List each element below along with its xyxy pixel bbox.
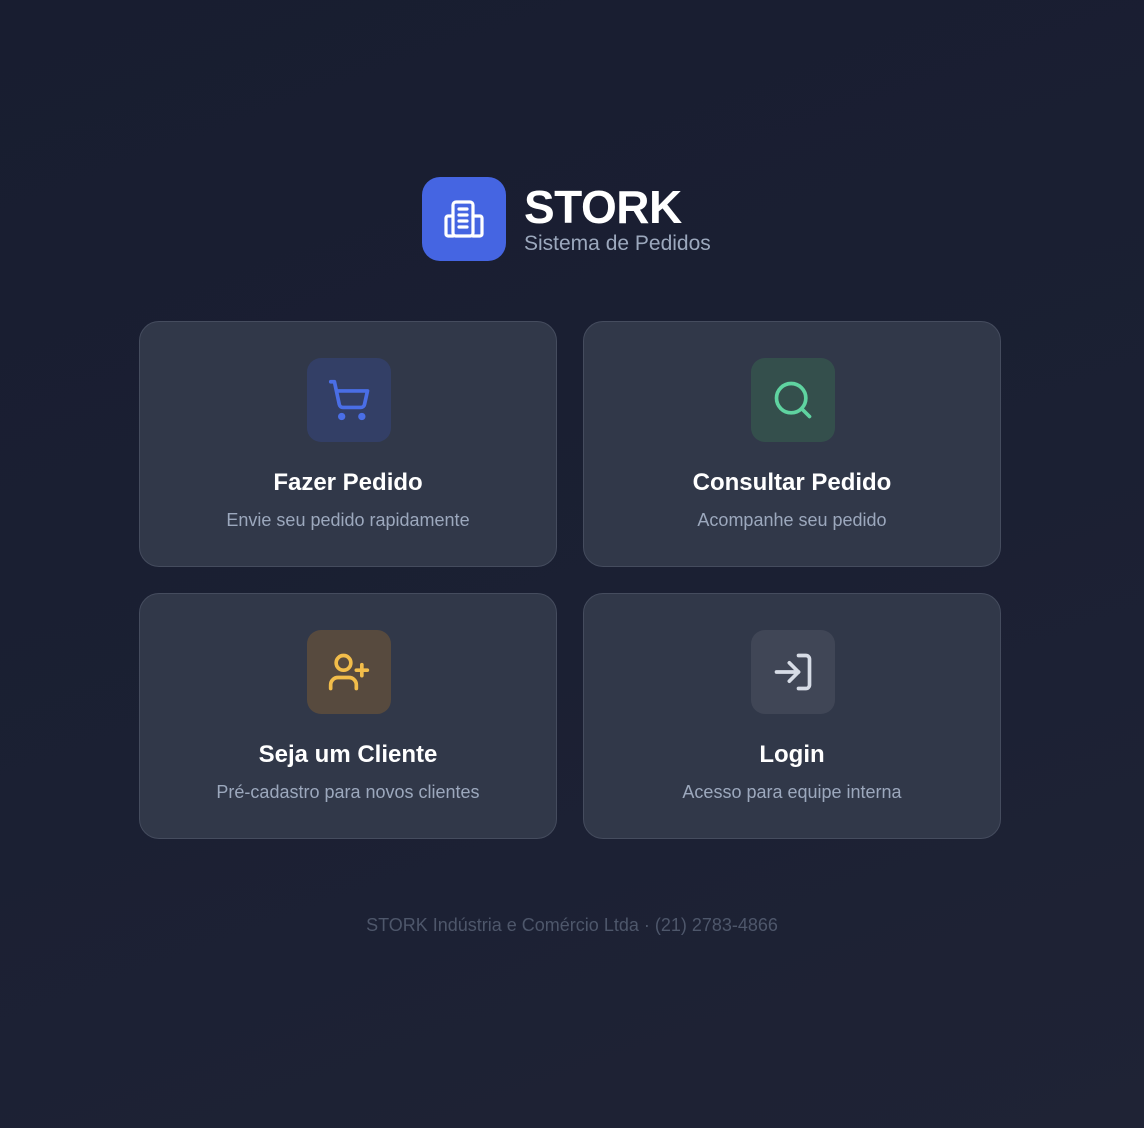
app-header: STORK Sistema de Pedidos — [422, 177, 711, 261]
card-icon-box — [751, 630, 835, 714]
brand-title: STORK — [524, 181, 682, 233]
brand-subtitle: Sistema de Pedidos — [524, 232, 711, 255]
shopping-cart-icon — [327, 378, 371, 422]
search-icon — [771, 378, 815, 422]
card-seja-um-cliente[interactable]: Seja um Cliente Pré-cadastro para novos … — [139, 593, 557, 839]
card-description: Pré-cadastro para novos clientes — [216, 782, 480, 802]
card-icon-box — [307, 630, 391, 714]
card-icon-box — [751, 358, 835, 442]
card-description: Acompanhe seu pedido — [697, 510, 887, 530]
user-plus-icon — [327, 650, 371, 694]
building-icon — [441, 196, 487, 242]
card-description: Envie seu pedido rapidamente — [226, 510, 470, 530]
card-description: Acesso para equipe interna — [682, 782, 902, 802]
card-login[interactable]: Login Acesso para equipe interna — [583, 593, 1001, 839]
card-icon-box — [307, 358, 391, 442]
card-title: Consultar Pedido — [692, 469, 892, 496]
logo — [422, 177, 506, 261]
card-title: Fazer Pedido — [273, 469, 423, 496]
footer-text: STORK Indústria e Comércio Ltda · (21) 2… — [366, 915, 778, 935]
card-title: Seja um Cliente — [258, 741, 438, 768]
card-fazer-pedido[interactable]: Fazer Pedido Envie seu pedido rapidament… — [139, 321, 557, 567]
card-title: Login — [759, 741, 825, 768]
card-consultar-pedido[interactable]: Consultar Pedido Acompanhe seu pedido — [583, 321, 1001, 567]
log-in-icon — [771, 650, 815, 694]
brand: STORK Sistema de Pedidos — [524, 181, 711, 257]
